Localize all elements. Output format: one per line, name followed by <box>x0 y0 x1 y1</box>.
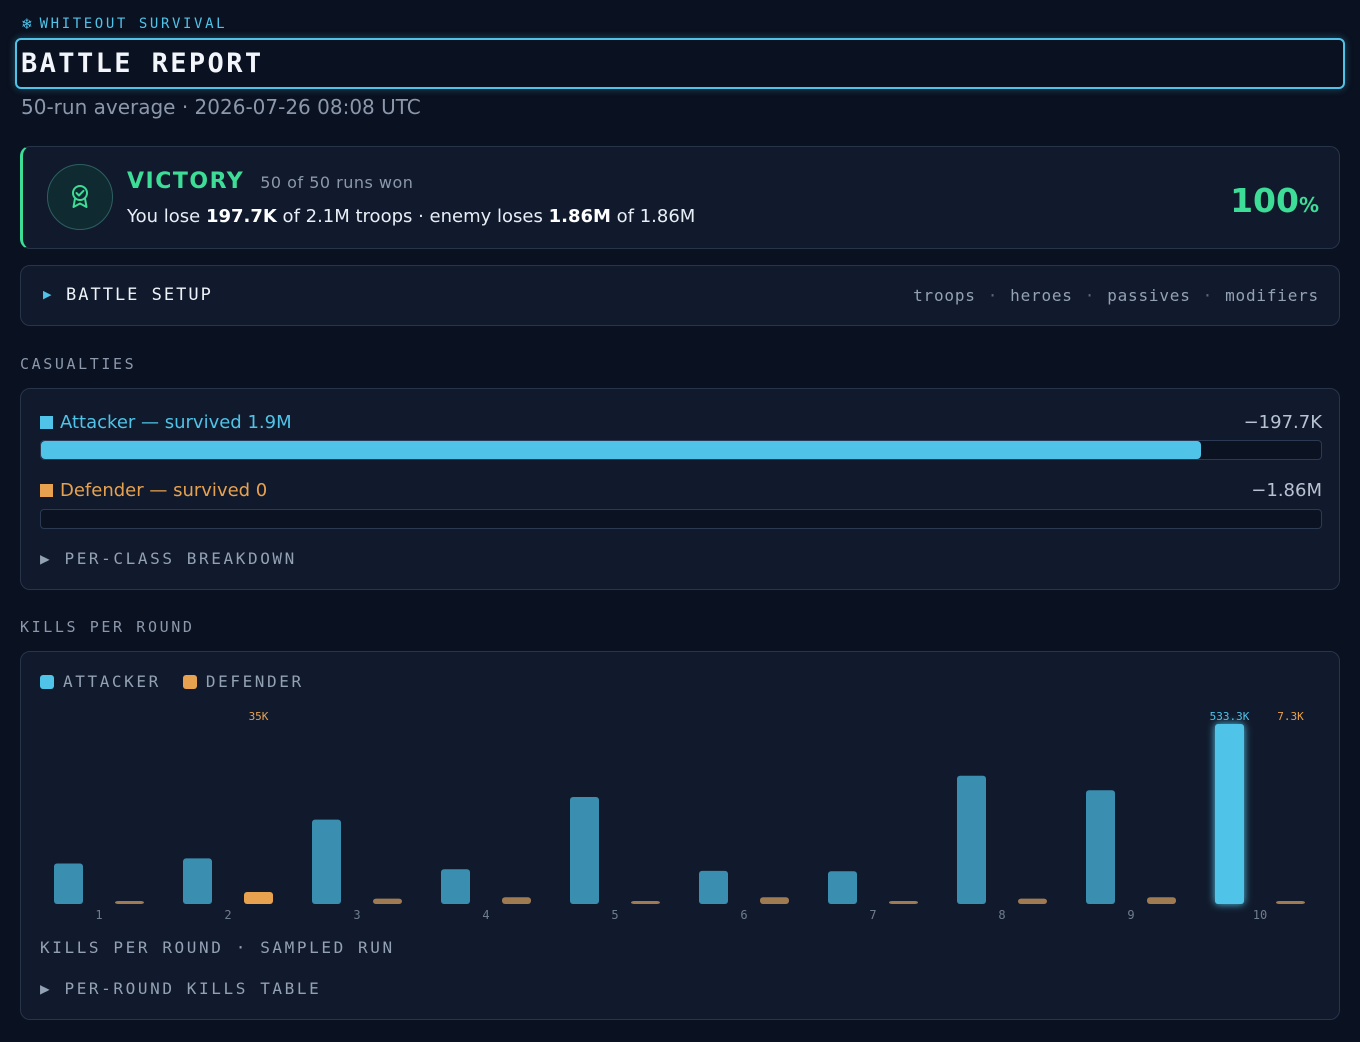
attacker-bar-round-8 <box>957 775 986 904</box>
brand-label: WHITEOUT SURVIVAL <box>39 15 228 32</box>
defender-bar-round-8 <box>1018 898 1047 904</box>
defender-loss: −1.86M <box>1251 480 1322 501</box>
tick-label-round-3: 3 <box>353 908 360 922</box>
subtitle: 50-run average · 2026-07-26 08:08 UTC <box>21 95 421 119</box>
win-rate-value: 100 <box>1230 181 1299 220</box>
setup-links: troops · heroes · passives · modifiers <box>913 286 1319 305</box>
defender-bar-round-4 <box>502 897 531 904</box>
setup-link-modifiers[interactable]: modifiers <box>1225 286 1319 305</box>
defender-bar-round-10 <box>1276 901 1305 904</box>
attacker-bar-round-7 <box>828 871 857 904</box>
snowflake-icon: ❄ <box>22 14 32 33</box>
expand-arrow-icon: ▶ <box>43 288 52 301</box>
attacker-swatch <box>40 416 53 429</box>
attacker-bar-round-4 <box>441 869 470 904</box>
defender-bar-round-6 <box>760 897 789 904</box>
attacker-bar-round-10 <box>1215 724 1244 904</box>
victory-label: VICTORY <box>127 169 245 194</box>
kills-heading: KILLS PER ROUND <box>20 618 195 636</box>
tick-label-round-1: 1 <box>95 908 102 922</box>
data-label-defender-round-2: 35K <box>249 710 269 723</box>
defender-label-wrap: Defender — survived 0 <box>40 480 267 501</box>
defender-bar-round-5 <box>631 901 660 904</box>
attacker-bar-round-2 <box>183 858 212 904</box>
defender-swatch <box>40 484 53 497</box>
casualties-heading: CASUALTIES <box>20 355 137 373</box>
setup-link-passives[interactable]: passives <box>1107 286 1190 305</box>
per-round-table-toggle[interactable]: ▶ PER-ROUND KILLS TABLE <box>40 979 321 998</box>
data-label-defender-round-10: 7.3K <box>1277 710 1304 723</box>
summary-text: of 2.1M troops · enemy loses <box>276 206 549 227</box>
separator: · <box>1202 286 1214 305</box>
per-class-breakdown-label: PER-CLASS BREAKDOWN <box>64 549 297 568</box>
losses-summary: You lose 197.7K of 2.1M troops · enemy l… <box>127 206 695 227</box>
defender-bar-round-7 <box>889 900 918 904</box>
win-rate: 100% <box>1230 181 1319 220</box>
defender-row: Defender — survived 0 −1.86M <box>40 480 1322 501</box>
attacker-label: Attacker — survived 1.9M <box>60 412 292 433</box>
attacker-bar-round-6 <box>699 870 728 904</box>
summary-text: You lose <box>127 206 206 227</box>
tick-label-round-5: 5 <box>611 908 618 922</box>
attacker-bar-round-1 <box>54 863 83 904</box>
tick-label-round-10: 10 <box>1253 908 1267 922</box>
you-lose-value: 197.7K <box>205 206 277 227</box>
tick-label-round-9: 9 <box>1127 908 1134 922</box>
per-round-table-label: PER-ROUND KILLS TABLE <box>64 979 322 998</box>
medal-icon <box>47 164 113 230</box>
data-label-attacker-round-10: 533.3K <box>1210 710 1250 723</box>
separator: · <box>987 286 999 305</box>
tick-label-round-7: 7 <box>869 908 876 922</box>
per-class-breakdown-toggle[interactable]: ▶ PER-CLASS BREAKDOWN <box>40 549 297 568</box>
attacker-loss: −197.7K <box>1243 412 1322 433</box>
brand: ❄ WHITEOUT SURVIVAL <box>22 14 227 33</box>
attacker-bar-round-3 <box>312 819 341 904</box>
setup-link-troops[interactable]: troops <box>913 286 976 305</box>
kills-card: ATTACKER DEFENDER 1 2 3 4 5 6 7 8 9 10 35K 533.3K 7.… <box>20 651 1340 1020</box>
page-title: BATTLE REPORT <box>21 48 264 79</box>
defender-bar-round-9 <box>1147 897 1176 904</box>
setup-link-heroes[interactable]: heroes <box>1010 286 1073 305</box>
win-rate-unit: % <box>1298 193 1319 217</box>
separator: · <box>1084 286 1096 305</box>
attacker-bar-round-5 <box>570 797 599 904</box>
defender-bar-round-2 <box>244 892 273 904</box>
tick-label-round-6: 6 <box>740 908 747 922</box>
tick-label-round-2: 2 <box>224 908 231 922</box>
battle-setup-label: BATTLE SETUP <box>66 285 213 305</box>
attacker-label-wrap: Attacker — survived 1.9M <box>40 412 292 433</box>
attacker-bar <box>40 440 1322 460</box>
attacker-bar-round-9 <box>1086 790 1115 904</box>
defender-bar <box>40 509 1322 529</box>
tick-label-round-8: 8 <box>998 908 1005 922</box>
chart-caption: KILLS PER ROUND · SAMPLED RUN <box>40 938 395 957</box>
runs-won: 50 of 50 runs won <box>260 173 414 192</box>
attacker-bar-fill <box>41 441 1201 459</box>
kills-chart: 1 2 3 4 5 6 7 8 9 10 35K 533.3K 7.3K <box>54 710 1305 922</box>
victory-card: VICTORY 50 of 50 runs won You lose 197.7… <box>20 146 1340 249</box>
enemy-loses-value: 1.86M <box>548 206 611 227</box>
defender-label: Defender — survived 0 <box>60 480 268 501</box>
page-title-box: BATTLE REPORT <box>15 38 1345 89</box>
defender-bar-round-1 <box>115 901 144 904</box>
summary-text: of 1.86M <box>610 206 696 227</box>
casualties-card: Attacker — survived 1.9M −197.7K Defende… <box>20 388 1340 590</box>
defender-bar-round-3 <box>373 898 402 904</box>
battle-setup-toggle[interactable]: ▶ BATTLE SETUP troops · heroes · passive… <box>20 265 1340 326</box>
attacker-row: Attacker — survived 1.9M −197.7K <box>40 412 1322 433</box>
tick-label-round-4: 4 <box>482 908 489 922</box>
